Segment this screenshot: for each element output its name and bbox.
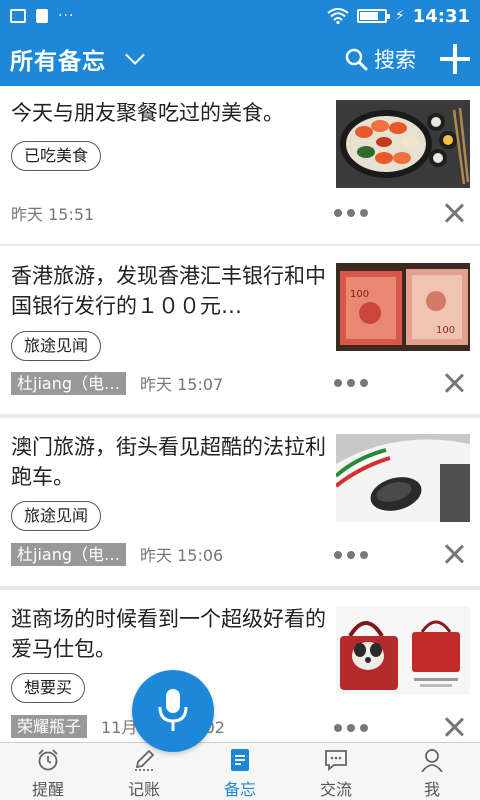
tab-label: 备忘 bbox=[223, 780, 256, 799]
app-bar: 所有备忘 搜索 bbox=[0, 32, 480, 86]
svg-text:100: 100 bbox=[350, 289, 369, 300]
note-author: 杜jiang（电… bbox=[11, 542, 126, 566]
image-notification-icon bbox=[10, 9, 26, 23]
note-text: 逛商场的时候看到一个超级好看的爱马仕包。 bbox=[11, 607, 326, 661]
note-tag[interactable]: 想要买 bbox=[11, 673, 86, 703]
note-card[interactable]: 香港旅游，发现香港汇丰银行和中国银行发行的１００元… 旅途见闻 100 100 … bbox=[0, 246, 480, 414]
tab-label: 记账 bbox=[127, 780, 160, 799]
more-options-icon[interactable] bbox=[334, 209, 368, 217]
bottom-navigation: 提醒 记账 备忘 交流 我 bbox=[0, 742, 480, 800]
note-time: 昨天 15:06 bbox=[140, 546, 224, 565]
microphone-icon bbox=[158, 689, 188, 731]
chat-bubble-icon bbox=[325, 750, 347, 771]
pen-icon bbox=[135, 749, 155, 771]
note-tag[interactable]: 旅途见闻 bbox=[11, 501, 102, 531]
page-title[interactable]: 所有备忘 bbox=[10, 42, 106, 76]
status-bar: ··· ⚡ 14:31 bbox=[0, 0, 480, 32]
notes-list[interactable]: 今天与朋友聚餐吃过的美食。 已吃美食 昨天 15:51 香港旅游，发现香港汇丰银… bbox=[0, 86, 480, 742]
delete-note-icon[interactable] bbox=[444, 717, 464, 737]
note-text: 香港旅游，发现香港汇丰银行和中国银行发行的１００元… bbox=[11, 264, 326, 318]
note-image-handbag[interactable] bbox=[336, 606, 470, 694]
more-options-icon[interactable] bbox=[334, 724, 368, 732]
note-author: 杜jiang（电… bbox=[11, 371, 126, 395]
sim-notification-icon bbox=[36, 9, 48, 23]
note-image-ferrari[interactable] bbox=[336, 434, 470, 522]
note-tag[interactable]: 旅途见闻 bbox=[11, 331, 102, 361]
note-time: 昨天 15:07 bbox=[140, 375, 224, 394]
note-author: 荣耀瓶子 bbox=[11, 714, 88, 738]
delete-note-icon[interactable] bbox=[444, 544, 464, 564]
search-icon bbox=[345, 48, 368, 71]
note-text: 澳门旅游，街头看见超酷的法拉利跑车。 bbox=[11, 435, 326, 489]
note-card[interactable]: 逛商场的时候看到一个超级好看的爱马仕包。 想要买 荣耀瓶子 11月19日 17:… bbox=[0, 590, 480, 742]
note-tag[interactable]: 已吃美食 bbox=[11, 141, 102, 171]
tab-reminder[interactable]: 提醒 bbox=[0, 743, 96, 800]
note-meta: 杜jiang（电… 昨天 15:07 bbox=[11, 371, 223, 395]
chevron-down-icon[interactable] bbox=[125, 45, 145, 65]
tab-memo[interactable]: 备忘 bbox=[192, 743, 288, 800]
battery-icon bbox=[356, 9, 390, 23]
delete-note-icon[interactable] bbox=[444, 373, 464, 393]
tab-me[interactable]: 我 bbox=[384, 743, 480, 800]
note-card[interactable]: 今天与朋友聚餐吃过的美食。 已吃美食 昨天 15:51 bbox=[0, 86, 480, 244]
more-options-icon[interactable] bbox=[334, 551, 368, 559]
tab-communication[interactable]: 交流 bbox=[288, 743, 384, 800]
note-text: 今天与朋友聚餐吃过的美食。 bbox=[11, 101, 284, 125]
note-time: 昨天 15:51 bbox=[11, 205, 95, 224]
note-image-sushi[interactable] bbox=[336, 100, 470, 188]
more-notifications-icon: ··· bbox=[58, 8, 75, 24]
search-button[interactable]: 搜索 bbox=[344, 44, 416, 74]
delete-note-icon[interactable] bbox=[444, 203, 464, 223]
voice-input-button[interactable] bbox=[132, 670, 214, 752]
document-icon bbox=[231, 749, 249, 771]
note-meta: 昨天 15:51 bbox=[11, 201, 94, 225]
tab-label: 交流 bbox=[319, 780, 352, 799]
alarm-clock-icon bbox=[38, 749, 58, 771]
more-options-icon[interactable] bbox=[334, 379, 368, 387]
svg-text:100: 100 bbox=[436, 325, 455, 336]
note-meta: 杜jiang（电… 昨天 15:06 bbox=[11, 542, 223, 566]
add-note-icon[interactable] bbox=[440, 44, 470, 74]
tab-label: 我 bbox=[423, 780, 440, 799]
person-icon bbox=[421, 749, 443, 772]
search-label: 搜索 bbox=[374, 48, 416, 72]
note-image-banknotes[interactable]: 100 100 bbox=[336, 263, 470, 351]
tab-label: 提醒 bbox=[31, 780, 64, 799]
wifi-icon bbox=[327, 8, 349, 24]
status-time: 14:31 bbox=[412, 5, 470, 27]
charging-icon: ⚡ bbox=[394, 8, 405, 24]
note-card[interactable]: 澳门旅游，街头看见超酷的法拉利跑车。 旅途见闻 杜jiang（电… 昨天 15:… bbox=[0, 418, 480, 586]
